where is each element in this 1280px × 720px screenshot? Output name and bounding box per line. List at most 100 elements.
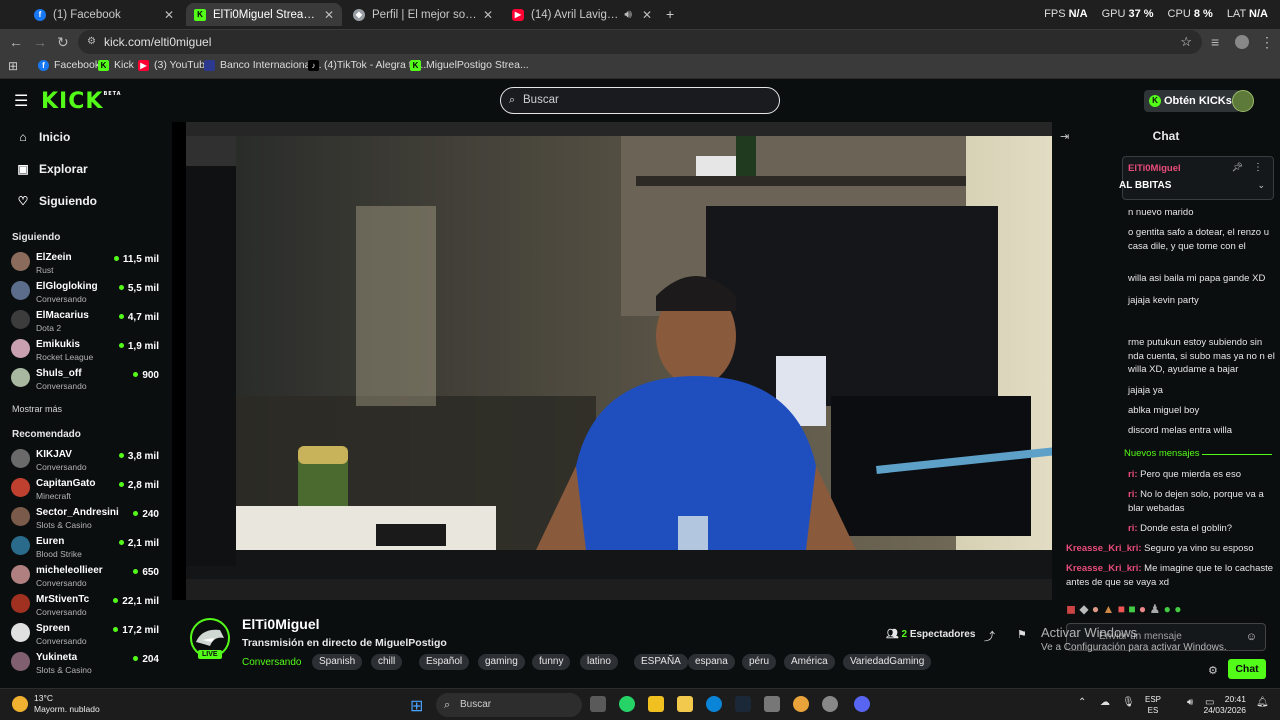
stream-tag[interactable]: Español <box>419 654 470 670</box>
edge-icon[interactable] <box>706 696 722 712</box>
channel-item[interactable]: ElMacarius Dota 2 4,7 mil <box>11 308 161 336</box>
close-icon[interactable]: ✕ <box>483 8 493 22</box>
follow-user-icon[interactable]: ⚑ <box>1017 628 1027 641</box>
apps-grid-icon[interactable]: ⊞ <box>8 59 18 73</box>
gear-icon[interactable]: ⚙ <box>1208 664 1218 677</box>
speaker-icon[interactable]: 🔊︎ <box>624 7 632 22</box>
bookmark-kick[interactable]: K Kick <box>98 59 134 71</box>
chat-username[interactable]: ri: <box>1128 523 1138 534</box>
bookmark-bank[interactable]: Banco Internacional... <box>204 59 322 71</box>
chat-username[interactable]: Kreasse_Kri_kri: <box>1066 563 1142 574</box>
channel-item[interactable]: Yukineta Slots & Casino 204 <box>11 650 161 678</box>
emote-icon[interactable]: ◼ <box>1066 602 1076 616</box>
nav-home[interactable]: ⌂ Inicio <box>16 130 70 144</box>
star-icon[interactable]: ☆ <box>1180 30 1192 54</box>
file-explorer-icon[interactable] <box>677 696 693 712</box>
menu-dots-icon[interactable]: ⋮ <box>1260 34 1274 51</box>
hamburger-menu-icon[interactable]: ☰ <box>14 91 28 111</box>
chevron-down-icon[interactable]: ⌄ <box>1257 180 1265 191</box>
emote-icon[interactable]: ■ <box>1128 602 1135 616</box>
bookmark-youtube[interactable]: ▶ (3) YouTube <box>138 59 211 71</box>
tab-kick-stream[interactable]: K ElTi0Miguel Stream - Watch Live ✕ <box>186 3 342 26</box>
notification-bell-icon[interactable]: 🔔︎ <box>1256 697 1269 708</box>
back-arrow-icon[interactable]: ← <box>9 34 23 50</box>
channel-item[interactable]: ElGlogloking Conversando 5,5 mil <box>11 279 161 307</box>
profile-avatar[interactable] <box>1235 35 1249 49</box>
store-icon[interactable] <box>764 696 780 712</box>
stream-tag[interactable]: funny <box>532 654 571 670</box>
steam-icon[interactable] <box>735 696 751 712</box>
app-r-icon[interactable] <box>648 696 664 712</box>
show-more-link[interactable]: Mostrar más <box>12 404 62 414</box>
close-icon[interactable]: ✕ <box>642 8 652 22</box>
stream-category[interactable]: Conversando <box>242 657 301 668</box>
more-dots-icon[interactable]: ⋮ <box>1253 162 1263 173</box>
bookmark-miguelpostigo[interactable]: K MiguelPostigo Strea... <box>410 59 529 71</box>
chat-username[interactable]: ri: <box>1128 469 1138 480</box>
stream-tag[interactable]: Spanish <box>312 654 363 670</box>
tab-youtube[interactable]: ▶ (14) Avril Lavigne - Complic 🔊︎ ✕ <box>504 3 660 26</box>
emote-icon[interactable]: ▲ <box>1102 602 1114 616</box>
channel-name[interactable]: ElTi0Miguel <box>242 616 320 632</box>
whatsapp-icon[interactable] <box>619 696 635 712</box>
stream-tag[interactable]: espana <box>688 654 735 670</box>
queue-icon[interactable]: ≡ <box>1211 34 1219 50</box>
stream-tag[interactable]: péru <box>742 654 777 670</box>
channel-item[interactable]: micheleollieer Conversando 650 <box>11 563 161 591</box>
chevron-up-icon[interactable]: ⌃ <box>1078 697 1086 708</box>
emote-icon[interactable]: ♟ <box>1150 602 1161 616</box>
channel-item[interactable]: CapitanGato Minecraft 2,8 mil <box>11 476 161 504</box>
obs-icon[interactable] <box>822 696 838 712</box>
stream-tag[interactable]: chill <box>371 654 403 670</box>
chat-username[interactable]: Kreasse_Kri_kri: <box>1066 543 1142 554</box>
bookmark-facebook[interactable]: f Facebook <box>38 59 100 71</box>
channel-item[interactable]: Shuls_off Conversando 900 <box>11 366 161 394</box>
cloud-icon[interactable]: ☁ <box>1100 697 1110 708</box>
chat-username[interactable]: ri: <box>1128 489 1138 500</box>
channel-item[interactable]: Sector_Andresini Slots & Casino 240 <box>11 505 161 533</box>
emote-icon[interactable]: ● <box>1174 602 1181 616</box>
task-view-icon[interactable] <box>590 696 606 712</box>
emote-icon[interactable]: ● <box>1164 602 1171 616</box>
search-input[interactable]: ⌕ Buscar <box>500 87 780 114</box>
weather-icon[interactable] <box>12 696 28 712</box>
emoji-icon[interactable]: ☺ <box>1246 624 1257 650</box>
channel-item[interactable]: ElZeein Rust 11,5 mil <box>11 250 161 278</box>
emote-icon[interactable]: ◆ <box>1079 602 1088 616</box>
stream-tag[interactable]: América <box>784 654 835 670</box>
tab-profile[interactable]: ◆ Perfil | El mejor software para p ✕ <box>345 3 501 26</box>
windows-start-icon[interactable]: ⊞ <box>410 696 423 716</box>
speaker-icon[interactable]: 🔊︎ <box>1187 697 1193 708</box>
clock[interactable]: 20:41 24/03/2026 <box>1203 694 1246 716</box>
channel-item[interactable]: MrStivenTc Conversando 22,1 mil <box>11 592 161 620</box>
send-chat-button[interactable]: Chat <box>1228 659 1266 679</box>
close-icon[interactable]: ✕ <box>164 8 174 22</box>
weather-widget[interactable]: 13°C Mayorm. nublado <box>34 693 100 715</box>
nav-following[interactable]: ♡ Siguiendo <box>16 194 97 208</box>
channel-item[interactable]: Euren Blood Strike 2,1 mil <box>11 534 161 562</box>
language-indicator[interactable]: ESP ES <box>1145 694 1161 716</box>
url-input[interactable]: ⚙ kick.com/elti0miguel ☆ <box>78 30 1202 54</box>
get-kicks-button[interactable]: K Obtén KICKs <box>1144 90 1240 112</box>
tab-facebook[interactable]: f (1) Facebook ✕ <box>26 3 182 26</box>
share-icon[interactable]: ⤴ <box>984 628 995 644</box>
nav-explore[interactable]: ▣ Explorar <box>16 162 87 176</box>
bookmark-tiktok[interactable]: ♪ (4)TikTok - Alegra tu... <box>308 59 426 71</box>
emote-icon[interactable]: ● <box>1139 602 1146 616</box>
close-icon[interactable]: ✕ <box>324 8 334 22</box>
reload-icon[interactable]: ↻ <box>57 34 69 51</box>
pin-icon[interactable]: 📌︎ <box>1232 162 1243 173</box>
discord-icon[interactable] <box>854 696 870 712</box>
user-avatar[interactable] <box>1232 90 1254 112</box>
new-tab-button[interactable]: + <box>666 6 674 22</box>
taskbar-search[interactable]: ⌕ Buscar <box>436 693 582 717</box>
stream-tag[interactable]: ESPAÑA <box>634 654 688 670</box>
mic-icon[interactable]: 🎙︎ <box>1122 697 1135 708</box>
channel-item[interactable]: KIKJAV Conversando 3,8 mil <box>11 447 161 475</box>
kick-logo[interactable]: KICKBETA <box>41 89 122 114</box>
stream-tag[interactable]: latino <box>580 654 618 670</box>
channel-item[interactable]: Emikukis Rocket League 1,9 mil <box>11 337 161 365</box>
chrome-icon[interactable] <box>793 696 809 712</box>
emote-icon[interactable]: ● <box>1092 602 1099 616</box>
site-info-icon[interactable]: ⚙ <box>87 30 96 54</box>
